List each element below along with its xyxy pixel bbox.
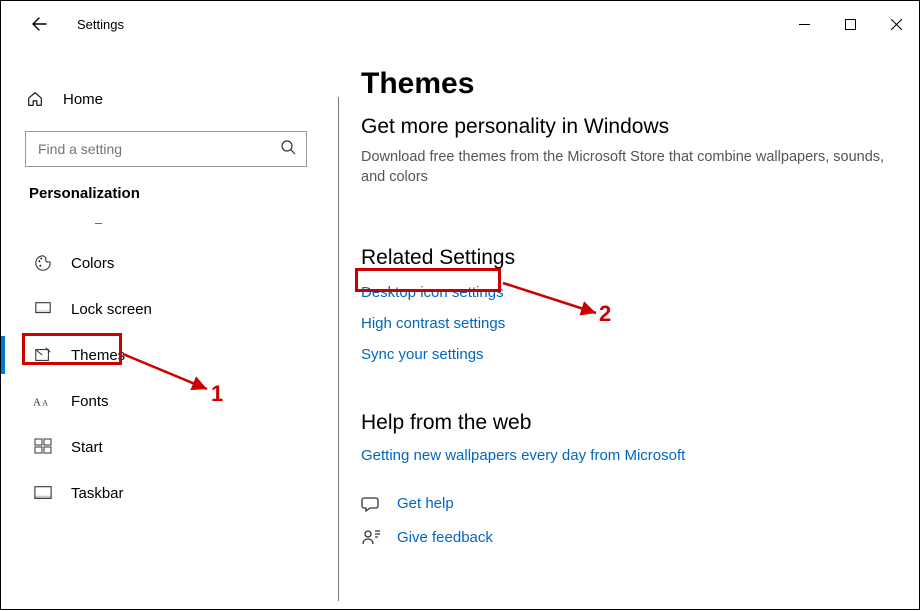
subheading: Get more personality in Windows (361, 115, 891, 139)
sidebar-home-label: Home (63, 91, 103, 108)
help-section: Help from the web Getting new wallpapers… (361, 411, 891, 548)
feedback-row: Give feedback (361, 528, 891, 548)
description: Download free themes from the Microsoft … (361, 147, 891, 188)
sidebar-item-start[interactable]: Start (25, 424, 319, 470)
sidebar-item-label: Lock screen (71, 301, 152, 318)
link-sync-your-settings[interactable]: Sync your settings (361, 346, 891, 363)
sidebar-item-themes[interactable]: Themes (25, 332, 319, 378)
sidebar-item-label: Start (71, 439, 103, 456)
close-button[interactable] (873, 8, 919, 40)
sidebar-item-colors[interactable]: Colors (25, 240, 319, 286)
minimize-button[interactable] (781, 8, 827, 40)
sidebar-item-label: Themes (71, 347, 125, 364)
sidebar-nav-list: Colors Lock screen Themes AA Fonts (25, 240, 319, 516)
search-box[interactable] (25, 131, 307, 167)
maximize-button[interactable] (827, 8, 873, 40)
related-settings-title: Related Settings (361, 246, 891, 270)
minimize-icon (799, 19, 810, 30)
link-help-wallpapers[interactable]: Getting new wallpapers every day from Mi… (361, 447, 891, 464)
window-controls (781, 8, 919, 40)
sidebar-item-label: Fonts (71, 393, 109, 410)
feedback-icon (361, 528, 381, 548)
home-icon (25, 89, 45, 109)
related-settings-section: Related Settings Desktop icon settings H… (361, 246, 891, 363)
link-desktop-icon-settings[interactable]: Desktop icon settings (361, 284, 891, 301)
page-title: Themes (361, 67, 891, 101)
sidebar-item-lock-screen[interactable]: Lock screen (25, 286, 319, 332)
titlebar: Settings (1, 1, 919, 47)
app-title: Settings (77, 17, 124, 32)
sidebar-item-fonts[interactable]: AA Fonts (25, 378, 319, 424)
link-high-contrast-settings[interactable]: High contrast settings (361, 315, 891, 332)
themes-icon (33, 345, 53, 365)
search-icon (280, 139, 296, 160)
sidebar: Home Personalization ‒ Colors Lock scree… (1, 47, 339, 611)
palette-icon (33, 253, 53, 273)
svg-text:A: A (33, 397, 41, 409)
sidebar-item-taskbar[interactable]: Taskbar (25, 470, 319, 516)
lock-screen-icon (33, 299, 53, 319)
get-help-row: Get help (361, 494, 891, 514)
close-icon (891, 19, 902, 30)
search-input[interactable] (36, 140, 280, 158)
chat-icon (361, 494, 381, 514)
help-section-title: Help from the web (361, 411, 891, 435)
svg-text:A: A (42, 399, 48, 408)
fonts-icon: AA (33, 391, 53, 411)
sidebar-item-partial[interactable]: ‒ (25, 210, 319, 234)
arrow-left-icon (31, 16, 47, 32)
sidebar-item-label: Colors (71, 255, 114, 272)
sidebar-item-label: Taskbar (71, 485, 124, 502)
back-button[interactable] (29, 14, 49, 34)
sidebar-section-label: Personalization (29, 185, 319, 202)
get-help-link[interactable]: Get help (397, 495, 454, 512)
sidebar-divider (338, 97, 339, 601)
taskbar-icon (33, 483, 53, 503)
give-feedback-link[interactable]: Give feedback (397, 529, 493, 546)
sidebar-home[interactable]: Home (25, 77, 319, 121)
main-content: Themes Get more personality in Windows D… (339, 47, 919, 611)
start-icon (33, 437, 53, 457)
maximize-icon (845, 19, 856, 30)
